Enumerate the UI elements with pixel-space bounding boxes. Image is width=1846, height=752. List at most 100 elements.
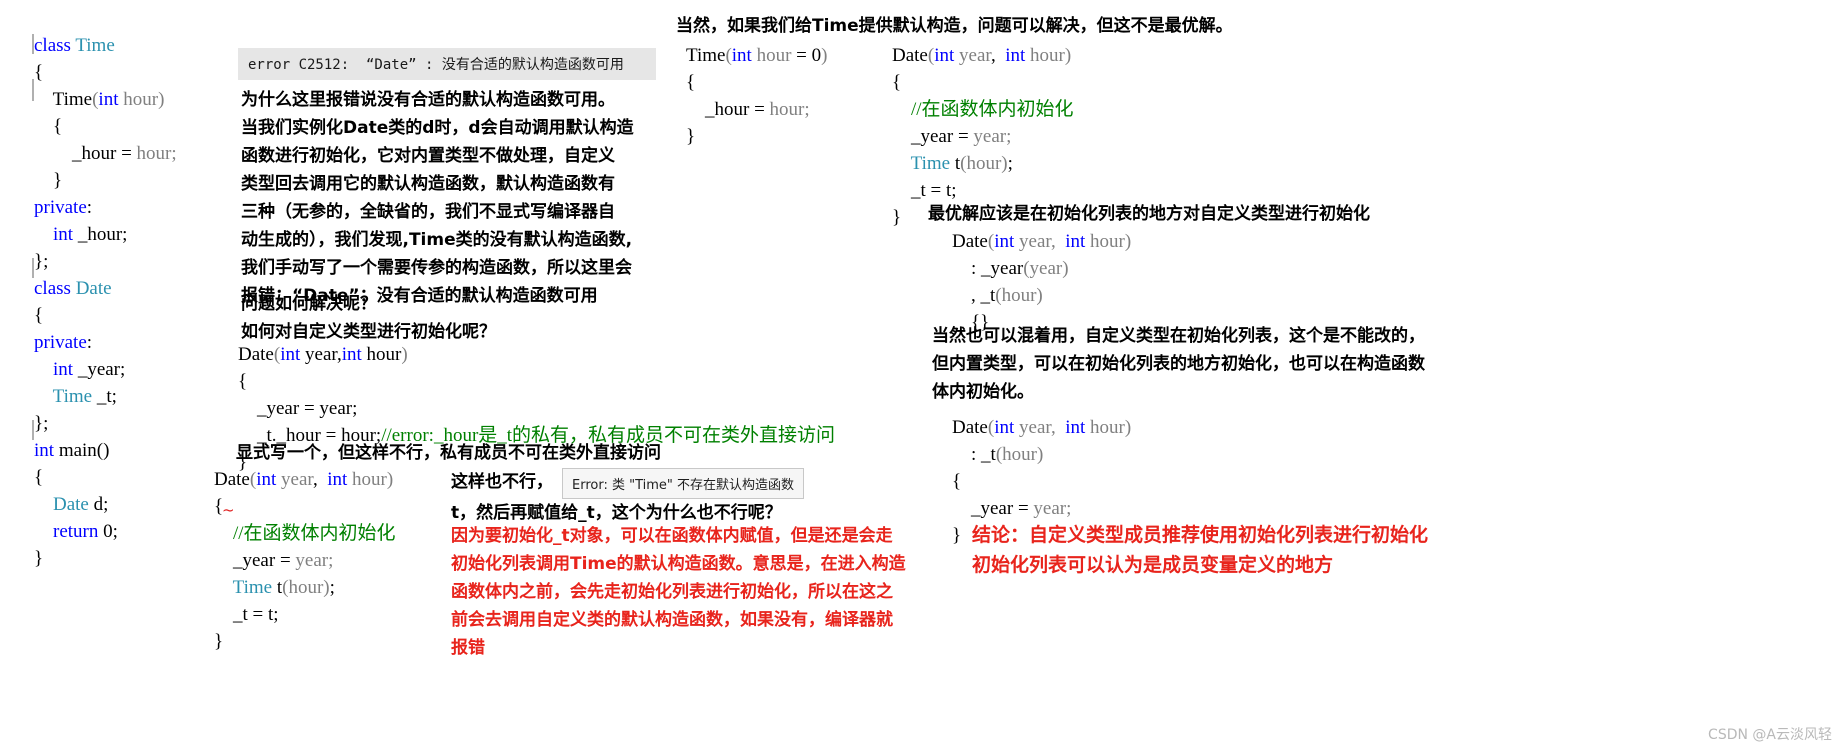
code-token: year: [954, 45, 991, 66]
code-line: Date(int year, int hour): [892, 42, 1074, 69]
code-token: int: [731, 45, 752, 66]
code-line: {: [34, 59, 177, 86]
code-token: , _t: [952, 285, 996, 306]
code-token: Date: [53, 494, 89, 515]
code-token: _year = year;: [238, 398, 358, 419]
code-line: }: [214, 628, 396, 655]
code-token: (year): [1023, 258, 1069, 279]
code-token: }: [34, 170, 63, 191]
code-token: hour: [347, 469, 387, 490]
code-token: year;: [973, 126, 1012, 147]
left-code-listing: class Time { Time(int hour) { _hour = hou…: [34, 32, 177, 572]
code-token: int: [98, 89, 119, 110]
code-token: Date: [238, 344, 274, 365]
explanation-paragraph: 为什么这里报错说没有合适的默认构造函数可用。 当我们实例化Date类的d时，d会自…: [241, 86, 634, 310]
code-line: _year = year;: [238, 395, 835, 422]
text-line: 函数进行初始化，它对内置类型不做处理，自定义: [241, 146, 615, 166]
code-token: hour: [1025, 45, 1065, 66]
text-line: 前会去调用自定义类的默认构造函数，如果没有，编译器就: [451, 610, 893, 630]
code-line: private:: [34, 194, 177, 221]
code-token: private: [34, 332, 87, 353]
code-line: {: [952, 468, 1131, 495]
code-line: {: [34, 113, 177, 140]
code-token: };: [34, 413, 49, 434]
intellisense-error-tooltip: Error: 类 "Time" 不存在默认构造函数: [562, 468, 805, 499]
code-line: , _t(hour): [952, 282, 1131, 309]
question-block: 问题如何解决呢？ 如何对自定义类型进行初始化呢？: [241, 290, 496, 346]
right-code-time: Time(int hour = 0) { _hour = hour;}: [686, 42, 827, 150]
code-token: int: [1065, 417, 1086, 438]
code-line: Date d;: [34, 491, 177, 518]
code-token: main(): [54, 440, 110, 461]
code-line: Time t(hour);: [214, 574, 396, 601]
code-line: }: [34, 545, 177, 572]
csdn-watermark: CSDN @A云淡风轻: [1708, 727, 1832, 743]
code-token: hour: [118, 89, 159, 110]
code-token: {: [686, 72, 696, 93]
red-squiggle-marker: ~: [222, 501, 235, 519]
mid-code-block-2: Date(int year, int hour){ //在函数体内初始化 _ye…: [214, 466, 396, 655]
code-token: int: [1065, 231, 1086, 252]
code-token: _year =: [892, 126, 974, 147]
code-token: year;: [295, 550, 334, 571]
code-token: int: [327, 469, 348, 490]
code-token: hour: [751, 45, 797, 66]
text-line: 结论：自定义类型成员推荐使用初始化列表进行初始化: [972, 524, 1429, 546]
note-2: 这样也不行，: [451, 472, 553, 492]
code-line: int main(): [34, 437, 177, 464]
code-token: year,: [1014, 417, 1066, 438]
code-token: hour;: [769, 99, 810, 120]
code-line: {: [892, 69, 1074, 96]
text-line: 当然也可以混着用，自定义类型在初始化列表，这个是不能改的，: [932, 326, 1425, 346]
code-line: class Time: [34, 32, 177, 59]
text-line: 但内置类型，可以在初始化列表的地方初始化，也可以在构造函数: [932, 354, 1425, 374]
editor-change-bar-4: [32, 420, 34, 440]
code-token: _year =: [214, 550, 296, 571]
code-line: _year = year;: [214, 547, 396, 574]
code-token: int: [994, 417, 1015, 438]
code-line: {: [34, 302, 177, 329]
code-token: }: [214, 631, 224, 652]
code-token: ;: [329, 577, 335, 598]
code-token: =: [796, 45, 812, 66]
text-line: 当我们实例化Date类的d时，d会自动调用默认构造: [241, 118, 634, 138]
right-paragraph: 当然也可以混着用，自定义类型在初始化列表，这个是不能改的， 但内置类型，可以在初始…: [932, 322, 1425, 406]
code-token: t: [272, 577, 283, 598]
code-line: }: [686, 123, 827, 150]
right-note-1: 最优解应该是在初始化列表的地方对自定义类型进行初始化: [928, 204, 1370, 224]
text-line: 动生成的），我们发现,Time类的没有默认构造函数,: [241, 230, 633, 250]
code-token: _hour;: [73, 224, 128, 245]
text-line: 我们手动写了一个需要传参的构造函数，所以这里会: [241, 258, 632, 278]
code-line: //在函数体内初始化: [892, 96, 1074, 123]
code-token: {: [892, 72, 902, 93]
code-line: class Date: [34, 275, 177, 302]
code-token: int: [256, 469, 277, 490]
code-line: Date(int year,int hour): [238, 341, 835, 368]
text-line: 类型回去调用它的默认构造函数，默认构造函数有: [241, 174, 615, 194]
code-token: d;: [88, 494, 109, 515]
code-line: }: [34, 167, 177, 194]
code-token: :: [86, 332, 93, 353]
code-token: Time: [910, 153, 951, 174]
code-token: }: [686, 126, 696, 147]
code-token: Time: [686, 45, 726, 66]
code-token: (hour): [282, 577, 330, 598]
code-token: int: [341, 344, 362, 365]
code-token: _year =: [952, 498, 1034, 519]
code-token: int: [280, 344, 301, 365]
code-token: Time: [34, 89, 93, 110]
code-line: int _year;: [34, 356, 177, 383]
code-token: Time: [52, 386, 93, 407]
code-token: hour;: [136, 143, 177, 164]
code-token: }: [892, 207, 902, 228]
code-token: Time: [232, 577, 273, 598]
right-heading: 当然，如果我们给Time提供默认构造，问题可以解决，但这不是最优解。: [676, 16, 1233, 36]
code-line: };: [34, 410, 177, 437]
code-token: _t = t;: [892, 180, 957, 201]
code-line: Time t(hour);: [892, 150, 1074, 177]
code-token: ): [1124, 417, 1132, 438]
code-token: ): [158, 89, 165, 110]
